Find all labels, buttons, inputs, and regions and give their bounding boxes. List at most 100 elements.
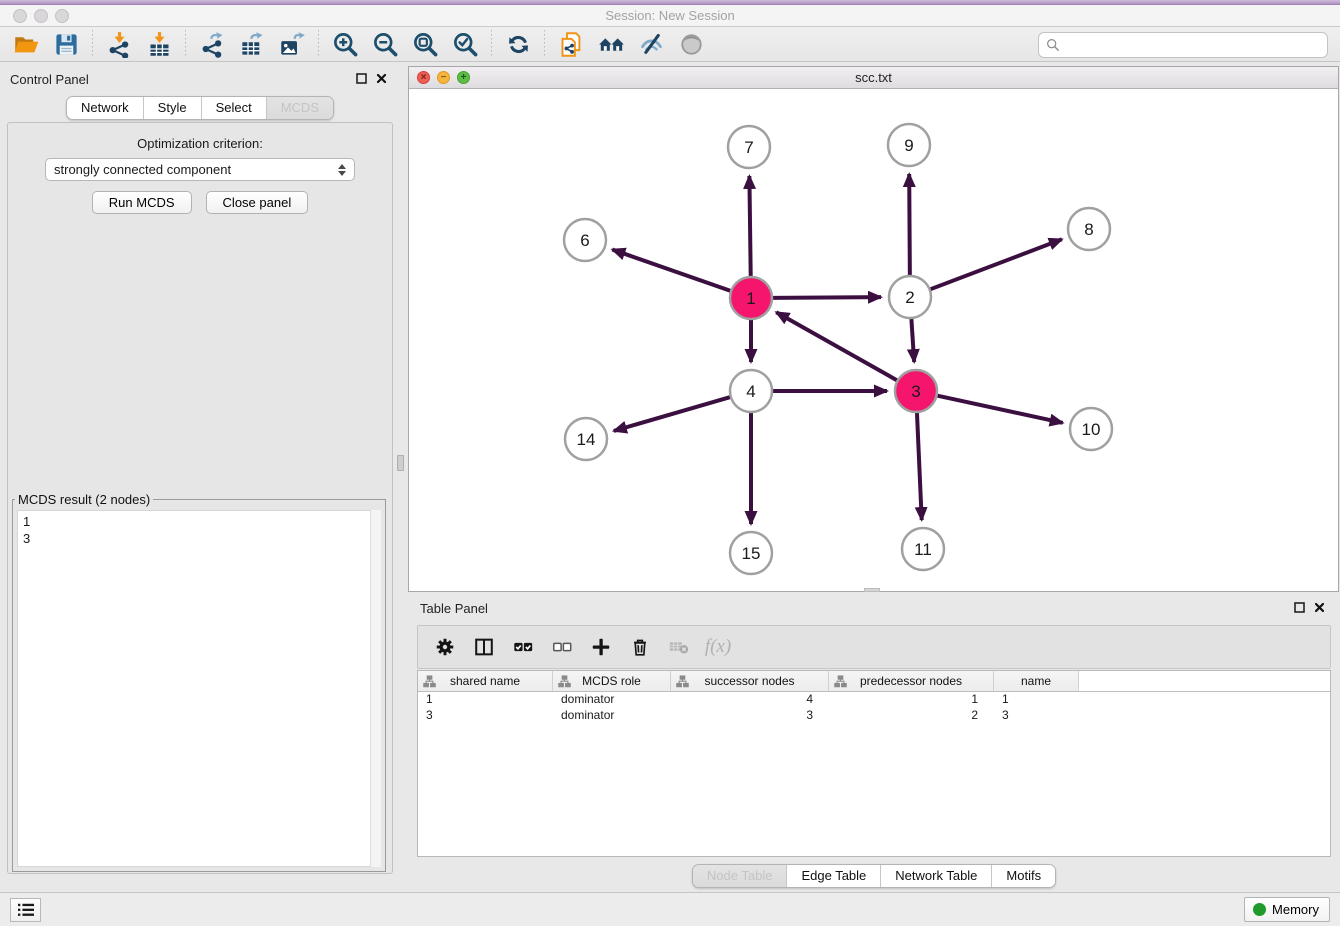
delete-trash-button[interactable] (623, 630, 657, 664)
edge-4-14[interactable] (614, 397, 730, 431)
column-header-label: successor nodes (704, 674, 794, 688)
hide-annotations-eye-slash-button[interactable] (631, 28, 671, 60)
control-panel-float-button[interactable] (355, 72, 368, 85)
show-graphics-eye-button[interactable] (671, 28, 711, 60)
window-titlebar[interactable]: Session: New Session (0, 5, 1340, 27)
tab-network[interactable]: Network (67, 97, 144, 119)
edge-2-9[interactable] (909, 174, 910, 275)
edge-2-3[interactable] (911, 319, 914, 362)
import-table-icon (146, 31, 173, 58)
graph-node-15[interactable]: 15 (730, 532, 772, 574)
graph-node-3[interactable]: 3 (895, 370, 937, 412)
column-header-predecessor-nodes[interactable]: predecessor nodes (829, 671, 994, 691)
criterion-dropdown-value: strongly connected component (54, 162, 338, 177)
node-table: shared nameMCDS role successor nodes prede… (417, 670, 1331, 857)
import-network-button[interactable] (99, 28, 139, 60)
mcds-result-group: MCDS result (2 nodes) 13 (12, 492, 386, 872)
table-cell[interactable]: dominator (553, 708, 671, 724)
table-cell[interactable]: 3 (994, 708, 1079, 724)
export-table-button[interactable] (232, 28, 272, 60)
zoom-fit-button[interactable] (405, 28, 445, 60)
result-scrollbar[interactable] (370, 510, 381, 867)
table-cell[interactable]: 3 (418, 708, 553, 724)
network-file-share-icon (558, 31, 585, 58)
graph-node-9[interactable]: 9 (888, 124, 930, 166)
graph-node-6[interactable]: 6 (564, 219, 606, 261)
split-panel-icon (473, 636, 495, 658)
run-mcds-button[interactable]: Run MCDS (92, 191, 192, 214)
tab-motifs[interactable]: Motifs (992, 865, 1055, 887)
table-panel-float-button[interactable] (1293, 601, 1306, 614)
edge-2-8[interactable] (931, 239, 1062, 289)
tab-style[interactable]: Style (144, 97, 202, 119)
network-file-share-button[interactable] (551, 28, 591, 60)
table-cell[interactable]: 1 (418, 692, 553, 708)
refresh-layout-icon (505, 31, 532, 58)
column-header-MCDS-role[interactable]: MCDS role (553, 671, 671, 691)
memory-button[interactable]: Memory (1244, 897, 1330, 922)
deselect-all-button[interactable] (545, 630, 579, 664)
edge-1-7[interactable] (749, 176, 750, 276)
graph-node-4[interactable]: 4 (730, 370, 772, 412)
graph-node-8[interactable]: 8 (1068, 208, 1110, 250)
network-window-titlebar[interactable]: × − + scc.txt (409, 67, 1338, 89)
select-all-checks-button[interactable] (506, 630, 540, 664)
edge-3-11[interactable] (917, 413, 922, 520)
edge-3-10[interactable] (937, 396, 1062, 423)
tab-edge-table[interactable]: Edge Table (787, 865, 881, 887)
export-network-button[interactable] (192, 28, 232, 60)
tab-network-table[interactable]: Network Table (881, 865, 992, 887)
table-cell[interactable]: 1 (994, 692, 1079, 708)
search-input[interactable] (1060, 35, 1327, 55)
close-panel-button[interactable]: Close panel (206, 191, 309, 214)
table-cell[interactable]: 4 (671, 692, 829, 708)
control-panel-close-button[interactable] (375, 72, 388, 85)
column-header-shared-name[interactable]: shared name (418, 671, 553, 691)
table-cell[interactable]: dominator (553, 692, 671, 708)
zoom-out-button[interactable] (365, 28, 405, 60)
table-cell[interactable]: 2 (829, 708, 994, 724)
graph-node-2[interactable]: 2 (889, 276, 931, 318)
edge-1-6[interactable] (612, 250, 730, 291)
table-settings-gear-button[interactable] (428, 630, 462, 664)
first-neighbors-home-button[interactable] (591, 28, 631, 60)
tab-mcds[interactable]: MCDS (267, 97, 333, 119)
edge-3-1[interactable] (776, 312, 897, 380)
table-cell[interactable]: 3 (671, 708, 829, 724)
open-folder-button[interactable] (6, 28, 46, 60)
table-row[interactable]: 3dominator323 (418, 708, 1330, 724)
table-cell[interactable]: 1 (829, 692, 994, 708)
add-plus-button[interactable] (584, 630, 618, 664)
search-box[interactable] (1038, 32, 1328, 58)
network-canvas[interactable]: 7 9 6 8 1 2 4 3 14 10 15 11 (409, 89, 1338, 591)
node-label: 4 (746, 382, 755, 401)
zoom-selected-button[interactable] (445, 28, 485, 60)
save-session-button[interactable] (46, 28, 86, 60)
import-table-button[interactable] (139, 28, 179, 60)
select-all-checks-icon (512, 636, 534, 658)
table-row[interactable]: 1dominator411 (418, 692, 1330, 708)
edge-1-2[interactable] (773, 297, 881, 298)
tab-node-table[interactable]: Node Table (693, 865, 788, 887)
graph-node-14[interactable]: 14 (565, 418, 607, 460)
column-header-name[interactable]: name (994, 671, 1079, 691)
criterion-dropdown[interactable]: strongly connected component (45, 158, 355, 181)
zoom-in-button[interactable] (325, 28, 365, 60)
graph-node-1[interactable]: 1 (730, 277, 772, 319)
column-header-successor-nodes[interactable]: successor nodes (671, 671, 829, 691)
fx-icon: f(x) (705, 636, 731, 658)
task-history-button[interactable] (10, 898, 41, 922)
graph-node-11[interactable]: 11 (902, 528, 944, 570)
graph-node-10[interactable]: 10 (1070, 408, 1112, 450)
table-panel-close-button[interactable] (1313, 601, 1326, 614)
split-panel-button[interactable] (467, 630, 501, 664)
graph-node-7[interactable]: 7 (728, 126, 770, 168)
export-image-button[interactable] (272, 28, 312, 60)
mcds-result-text[interactable]: 13 (17, 510, 381, 867)
panel-splitter-grip[interactable] (397, 455, 404, 471)
network-resize-handle[interactable] (864, 588, 880, 592)
network-view-window: × − + scc.txt 7 9 6 8 1 2 4 3 14 10 15 11 (408, 66, 1339, 592)
tab-select[interactable]: Select (202, 97, 267, 119)
node-label: 7 (744, 138, 753, 157)
refresh-layout-button[interactable] (498, 28, 538, 60)
